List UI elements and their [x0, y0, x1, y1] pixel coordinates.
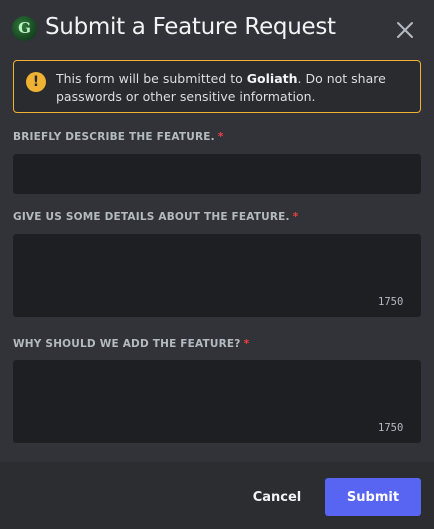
why-add-feature-textarea[interactable] [13, 360, 421, 443]
required-marker: * [217, 131, 224, 143]
warning-icon: ! [26, 72, 46, 92]
close-icon [397, 22, 413, 38]
server-icon-letter: G [18, 19, 31, 37]
notice-text-before: This form will be submitted to [56, 71, 247, 86]
feature-request-modal: G Submit a Feature Request ! This form w… [0, 0, 434, 529]
cancel-button[interactable]: Cancel [244, 478, 310, 516]
modal-header: G Submit a Feature Request [0, 0, 434, 60]
feature-details-textarea[interactable] [13, 234, 421, 317]
describe-feature-input[interactable] [13, 154, 421, 194]
modal-title: Submit a Feature Request [45, 14, 336, 40]
field-label-details-text: GIVE US SOME DETAILS ABOUT THE FEATURE. [13, 211, 290, 223]
server-icon: G [12, 16, 37, 41]
close-button[interactable] [394, 19, 416, 41]
field-label-describe-text: BRIEFLY DESCRIBE THE FEATURE. [13, 131, 215, 143]
field-label-details: GIVE US SOME DETAILS ABOUT THE FEATURE. * [13, 211, 298, 223]
field-label-why: WHY SHOULD WE ADD THE FEATURE? * [13, 338, 249, 350]
why-char-counter: 1750 [378, 422, 404, 434]
field-label-why-text: WHY SHOULD WE ADD THE FEATURE? [13, 338, 241, 350]
warning-notice: ! This form will be submitted to Goliath… [13, 60, 421, 113]
modal-footer: Cancel Submit [0, 462, 434, 529]
field-label-describe: BRIEFLY DESCRIBE THE FEATURE. * [13, 131, 224, 143]
notice-server-name: Goliath [246, 71, 298, 86]
submit-button[interactable]: Submit [325, 478, 421, 516]
notice-text: This form will be submitted to Goliath. … [56, 70, 412, 106]
required-marker: * [292, 211, 299, 223]
details-char-counter: 1750 [378, 296, 404, 308]
required-marker: * [243, 338, 250, 350]
